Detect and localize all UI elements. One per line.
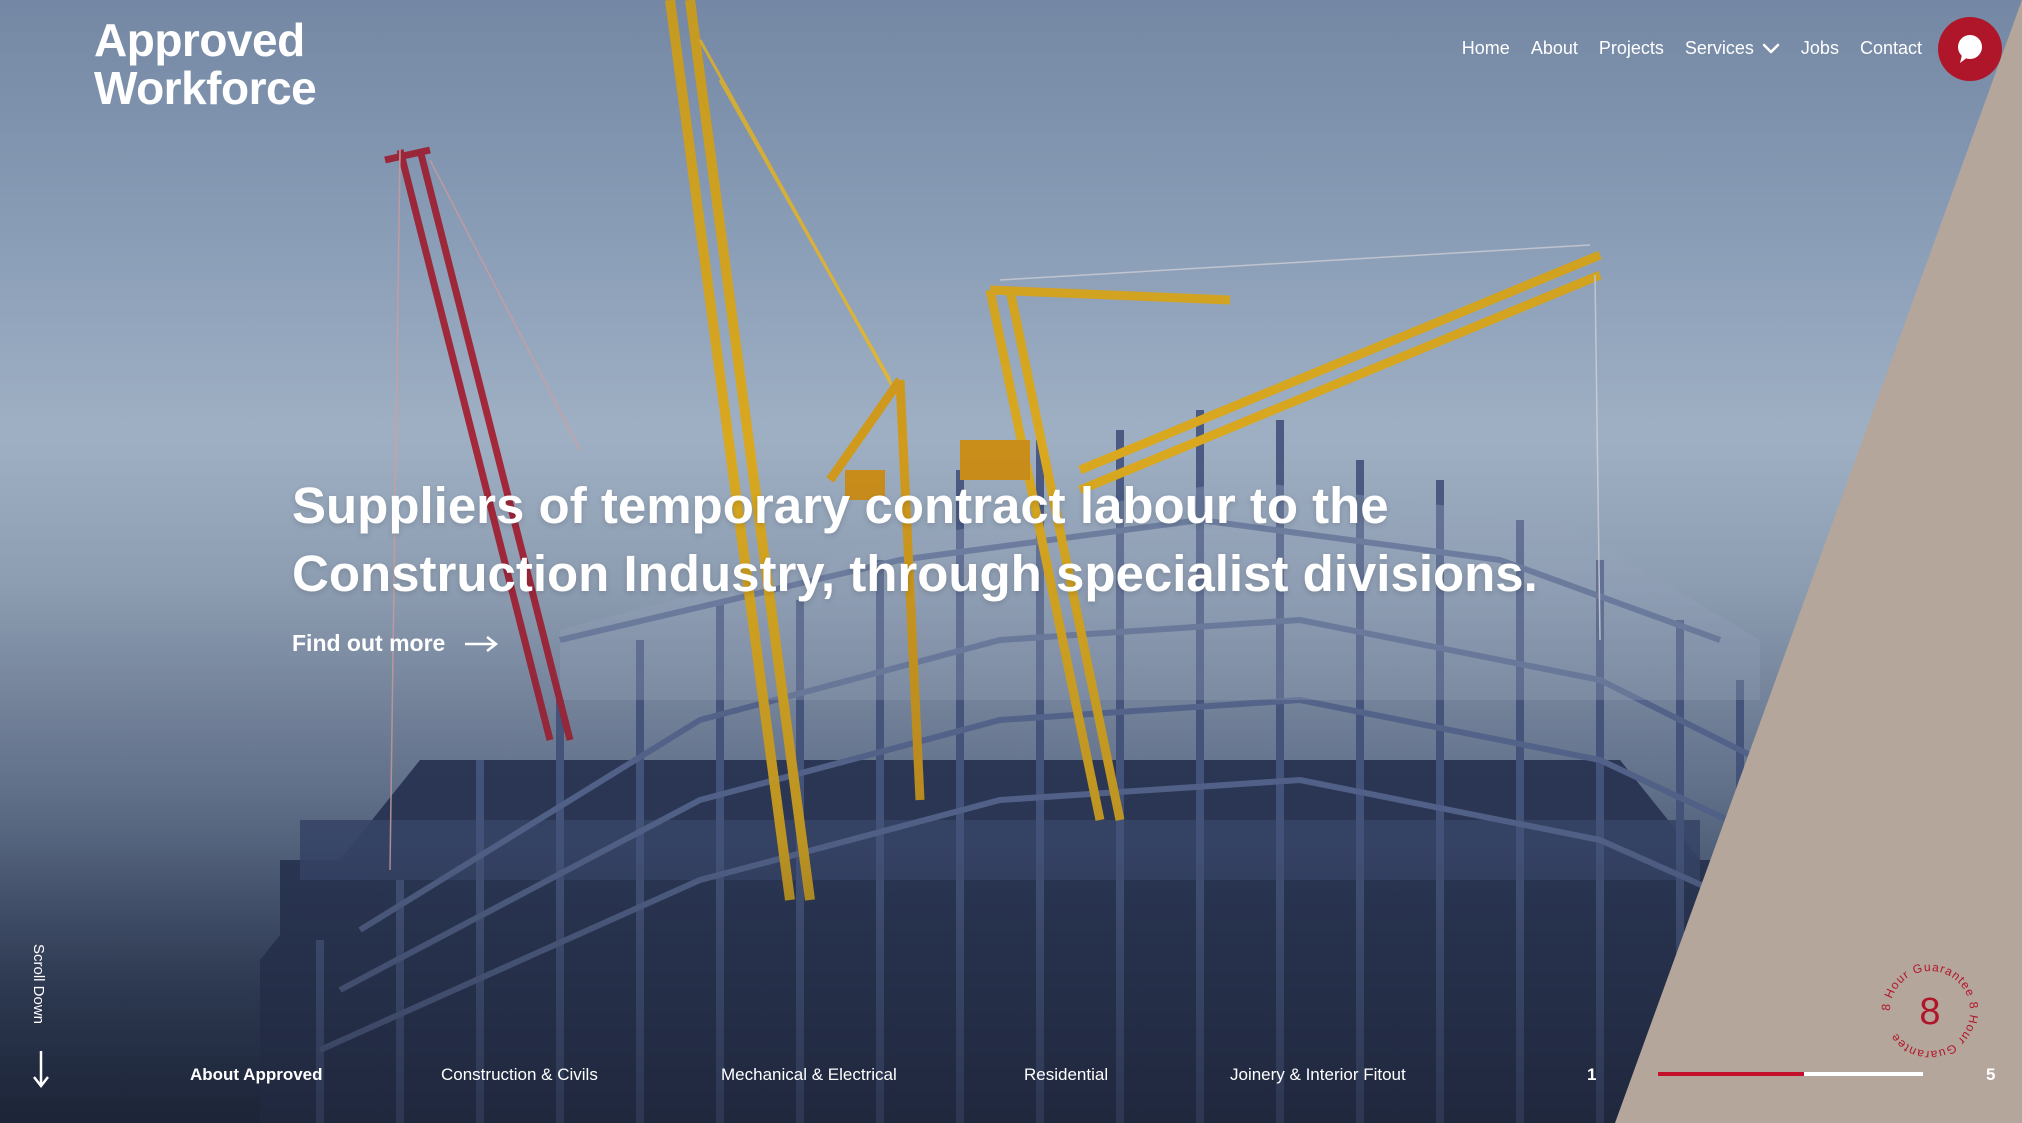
hero-headline: Suppliers of temporary contract labour t… — [292, 472, 1592, 608]
eight-hour-guarantee-badge: 8 Hour Guarantee 8 Hour Guarantee 8 — [1879, 960, 1980, 1062]
nav-services-label: Services — [1684, 38, 1754, 58]
headline-line-2: Construction Industry, through specialis… — [292, 545, 1538, 602]
nav-contact[interactable]: Contact — [1860, 36, 1922, 60]
chat-button[interactable] — [1938, 17, 2002, 81]
tab-joinery-interior-fitout[interactable]: Joinery & Interior Fitout — [1230, 1065, 1406, 1085]
tab-residential[interactable]: Residential — [1024, 1065, 1108, 1085]
slide-progress-bar — [1658, 1072, 1923, 1076]
find-out-more-link[interactable]: Find out more — [292, 630, 499, 657]
tab-about-approved[interactable]: About Approved — [190, 1065, 323, 1085]
nav-services[interactable]: Services — [1685, 36, 1780, 60]
nav-jobs[interactable]: Jobs — [1801, 36, 1839, 60]
headline-line-1: Suppliers of temporary contract labour t… — [292, 477, 1389, 534]
nav-home[interactable]: Home — [1462, 36, 1510, 60]
pager-current: 1 — [1587, 1065, 1597, 1084]
arrow-down-icon — [33, 1051, 49, 1089]
tab-mechanical-electrical[interactable]: Mechanical & Electrical — [721, 1065, 897, 1085]
pager-total: 5 — [1986, 1065, 1996, 1084]
chevron-down-icon — [1762, 43, 1780, 54]
logo-line-2: Workforce — [94, 62, 317, 114]
find-out-more-label: Find out more — [292, 630, 446, 656]
slide-progress-fill — [1658, 1072, 1804, 1076]
logo-line-1: Approved — [94, 14, 305, 66]
tab-construction-civils[interactable]: Construction & Civils — [441, 1065, 598, 1085]
nav-about[interactable]: About — [1531, 36, 1578, 60]
scroll-down-label: Scroll Down — [30, 944, 47, 1025]
chat-bubble-icon — [1958, 35, 1982, 63]
main-nav: Home About Projects Services Jobs Contac… — [1462, 36, 1922, 60]
scroll-down[interactable]: Scroll Down — [28, 944, 54, 1089]
arrow-right-icon — [465, 635, 499, 652]
site-logo[interactable]: Approved Workforce — [94, 14, 317, 114]
badge-number: 8 — [1919, 991, 1940, 1033]
nav-projects[interactable]: Projects — [1599, 36, 1664, 60]
